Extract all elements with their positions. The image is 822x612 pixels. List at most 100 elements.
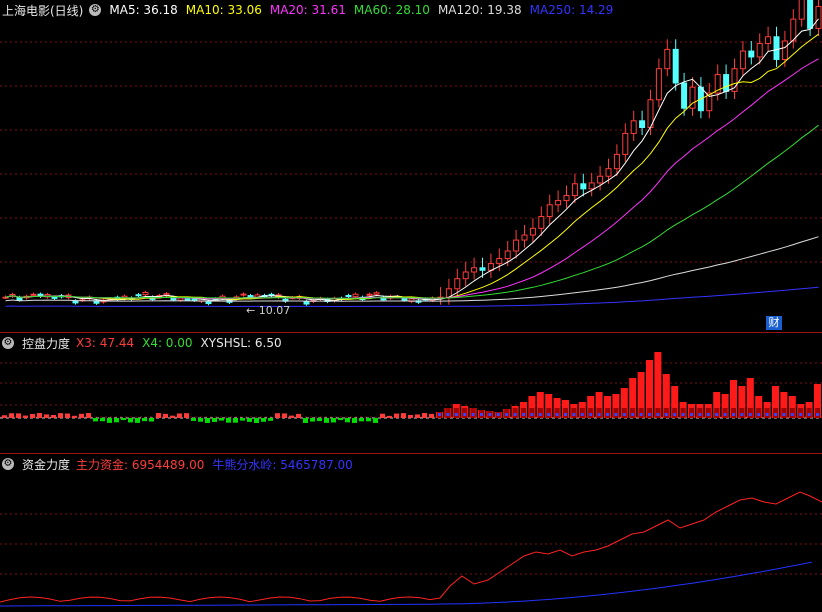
ma10-label: MA10: 33.06	[185, 3, 262, 17]
histogram-marker	[522, 413, 525, 416]
watershed-line	[0, 561, 813, 607]
histogram-bar	[135, 418, 140, 423]
candle-body	[513, 239, 520, 252]
candle-body	[16, 296, 23, 301]
fund-line-chart[interactable]	[0, 454, 822, 612]
candle-body	[672, 48, 679, 84]
ma60-line	[5, 124, 819, 299]
stock-title: 上海电影(日线)	[2, 3, 84, 18]
candle-body	[303, 301, 310, 305]
candle-body	[504, 250, 511, 260]
candle-body	[345, 294, 352, 297]
histogram-marker	[547, 413, 551, 416]
histogram-bar	[156, 413, 161, 418]
histogram-bar	[142, 418, 147, 422]
ma5-line	[5, 18, 819, 302]
histogram-marker	[480, 413, 483, 416]
histogram-bar	[86, 413, 91, 418]
ma20-label: MA20: 31.61	[269, 3, 346, 17]
histogram-marker	[748, 413, 752, 416]
candle-body	[366, 293, 373, 296]
histogram-bar	[268, 418, 273, 421]
histogram-marker	[589, 413, 593, 416]
main-force-label: 主力资金: 6954489.00	[76, 457, 205, 472]
histogram-marker	[807, 413, 811, 416]
candle-body	[664, 48, 671, 70]
histogram-bar	[324, 418, 329, 423]
control-histogram[interactable]	[0, 333, 822, 453]
fund-pane[interactable]: ⚙ 资金力度 主力资金: 6954489.00 牛熊分水岭: 5465787.0…	[0, 454, 822, 612]
histogram-bar	[72, 415, 77, 418]
histogram-bar	[184, 413, 189, 418]
histogram-bar	[23, 415, 28, 418]
histogram-bar	[394, 413, 399, 418]
histogram-marker	[631, 413, 635, 416]
histogram-bar	[247, 418, 252, 422]
histogram-marker	[622, 413, 626, 416]
histogram-marker	[438, 413, 441, 416]
histogram-bar	[44, 414, 49, 418]
histogram-marker	[782, 413, 786, 416]
histogram-marker	[614, 413, 618, 416]
candle-body	[205, 301, 212, 305]
histogram-bar	[359, 418, 364, 422]
candle-body	[184, 298, 191, 301]
histogram-bar	[198, 418, 203, 422]
settings-gear-icon[interactable]: ⚙	[89, 4, 102, 16]
settings-gear-icon[interactable]: ⚙	[2, 458, 14, 470]
histogram-bar	[107, 418, 112, 423]
histogram-bar	[310, 418, 315, 422]
histogram-bar	[205, 418, 210, 423]
candle-body	[135, 294, 142, 297]
histogram-bar	[240, 418, 245, 421]
histogram-bar	[79, 413, 84, 418]
histogram-marker	[706, 413, 710, 416]
histogram-marker	[538, 413, 542, 416]
candle-body	[748, 50, 755, 58]
histogram-bar	[296, 413, 301, 418]
histogram-marker	[606, 413, 609, 416]
histogram-bar	[58, 413, 63, 418]
fund-header: ⚙ 资金力度 主力资金: 6954489.00 牛熊分水岭: 5465787.0…	[2, 456, 361, 472]
histogram-marker	[572, 413, 576, 416]
candle-body	[580, 183, 587, 190]
histogram-marker	[732, 413, 735, 416]
histogram-bar	[338, 418, 343, 421]
candle-body	[723, 74, 730, 92]
settings-gear-icon[interactable]: ⚙	[2, 337, 14, 349]
candle-body	[521, 234, 528, 241]
price-pane[interactable]: 上海电影(日线) ⚙ MA5: 36.18 MA10: 33.06 MA20: …	[0, 0, 822, 332]
histogram-bar	[373, 418, 378, 423]
histogram-bar	[114, 418, 119, 423]
candle-body	[781, 40, 788, 60]
candle-body	[163, 293, 170, 296]
histogram-bar	[93, 418, 98, 422]
finance-badge[interactable]: 财	[766, 316, 782, 330]
candle-body	[739, 50, 746, 70]
ma250-label: MA250: 14.29	[529, 3, 614, 17]
candle-body	[51, 296, 58, 299]
price-header: 上海电影(日线) ⚙ MA5: 36.18 MA10: 33.06 MA20: …	[2, 2, 621, 18]
control-pane[interactable]: ⚙ 控盘力度 X3: 47.44 X4: 0.00 XYSHSL: 6.50	[0, 333, 822, 453]
candle-body	[142, 291, 149, 296]
histogram-bar	[170, 415, 175, 418]
histogram-marker	[690, 413, 693, 416]
candle-body	[639, 120, 646, 129]
candle-body	[773, 36, 780, 60]
histogram-bar	[345, 418, 350, 423]
histogram-bar	[226, 418, 231, 423]
histogram-marker	[530, 413, 534, 416]
xyshsl-label: XYSHSL: 6.50	[200, 336, 282, 350]
candle-body	[479, 267, 486, 271]
histogram-bar	[191, 418, 196, 421]
histogram-bar	[128, 418, 133, 423]
candle-body	[571, 183, 578, 197]
histogram-bar	[303, 418, 308, 423]
histogram-marker	[799, 413, 803, 416]
main-force-line	[0, 491, 822, 603]
candle-body	[401, 297, 408, 301]
candlestick-chart[interactable]	[0, 0, 822, 332]
histogram-marker	[774, 413, 777, 416]
candle-body	[622, 132, 629, 155]
candle-body	[30, 293, 37, 296]
